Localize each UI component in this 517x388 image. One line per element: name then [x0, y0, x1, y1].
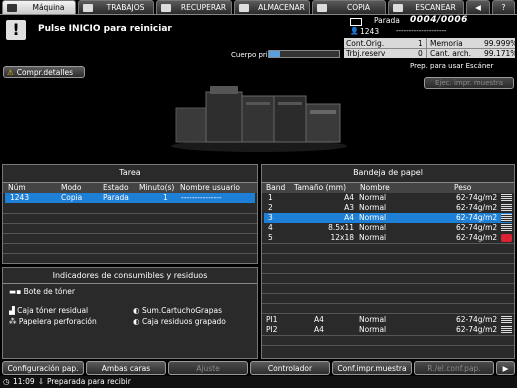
tray-gauge-icon	[501, 224, 512, 232]
footer-time: 11:09	[13, 377, 35, 386]
staple-waste-icon: ◐	[133, 317, 142, 326]
tray-row[interactable]: 3 A4 Normal 62-74g/m2	[264, 213, 512, 223]
indicadores-panel: Indicadores de consumibles y residuos ▬▪…	[2, 267, 258, 359]
tarea-header: Núm Modo Estado Minuto(s) Nombre usuario	[3, 183, 257, 193]
machine-icon	[7, 3, 17, 12]
job-counter: 0004/0006	[410, 15, 468, 25]
toner-bottle-icon: ▬▪	[9, 287, 24, 296]
tray-gauge-icon	[501, 194, 512, 202]
job-status-box: Parada 0004/0006 👤 1243 ----------------…	[344, 15, 515, 37]
help-button[interactable]: ?	[492, 0, 515, 14]
user-icon: 👤	[350, 27, 359, 35]
tray-row[interactable]: 5 12x18 Normal 62-74g/m2	[264, 233, 512, 243]
tab-trabajos[interactable]: TRABAJOS	[78, 0, 154, 14]
tray-gauge-icon	[501, 326, 512, 334]
controlador-button[interactable]: Controlador	[250, 361, 330, 375]
clock-icon: ◷	[3, 377, 10, 386]
bandeja-header: Band Tamaño (mm) Nombre Peso	[262, 183, 514, 193]
staple-cartridge-icon: ◐	[133, 306, 142, 315]
help-icon: ?	[501, 3, 506, 12]
config-pap-button[interactable]: Configuración pap.	[2, 361, 84, 375]
warning-icon: !	[6, 20, 26, 40]
table-row[interactable]: 1243 Copia Parada 1 ---------------	[5, 193, 255, 203]
volume-button[interactable]: ◀	[466, 0, 490, 14]
tray-gauge-icon	[501, 214, 512, 222]
pi-row[interactable]: PI1 A4 Normal 62-74g/m2	[264, 315, 512, 325]
punch-waste-icon: ⁂	[9, 317, 19, 326]
footer-bar: ◷ 11:09 ⇩ Preparada para recibir	[0, 376, 517, 388]
job-number: 1243	[360, 27, 380, 36]
tray-gauge-icon	[501, 316, 512, 324]
tarea-title: Tarea	[119, 168, 141, 177]
tab-maquina[interactable]: Máquina	[2, 0, 76, 14]
job-state: Parada	[374, 16, 400, 25]
indicator-staple-cartridge: ◐ Sum.CartuchoGrapas	[133, 306, 222, 315]
tab-escanear[interactable]: ESCANEAR	[388, 0, 464, 14]
pi-row[interactable]: PI2 A4 Normal 62-74g/m2	[264, 325, 512, 335]
tray-gauge-icon	[501, 204, 512, 212]
rel-conf-pap-button[interactable]: R./el.conf.pap.	[414, 361, 494, 375]
job-dashes: --------------------	[396, 27, 447, 35]
tray-row[interactable]: 1 A4 Normal 62-74g/m2	[264, 193, 512, 203]
conf-impr-muestra-button[interactable]: Conf.impr.muestra	[332, 361, 412, 375]
compr-detalles-button[interactable]: ⚠ Compr.detalles	[3, 66, 85, 78]
bandeja-title: Bandeja de papel	[353, 168, 423, 177]
indicator-toner-bottle: ▬▪ Bote de tóner	[9, 287, 75, 296]
indicadores-title: Indicadores de consumibles y residuos	[52, 271, 208, 280]
recall-icon	[161, 3, 171, 12]
copy-icon	[317, 3, 327, 12]
tray-warning-icon	[501, 234, 512, 242]
tab-recuperar[interactable]: RECUPERAR	[156, 0, 232, 14]
footer-status: Preparada para recibir	[47, 377, 131, 386]
store-icon	[239, 3, 249, 12]
printer-icon	[350, 18, 362, 26]
status-message: Pulse INICIO para reiniciar	[38, 24, 172, 34]
tray-row[interactable]: 4 8.5x11 Normal 62-74g/m2	[264, 223, 512, 233]
bandeja-panel: Bandeja de papel Band Tamaño (mm) Nombre…	[261, 164, 515, 359]
jobs-icon	[83, 3, 93, 12]
receive-icon: ⇩	[38, 377, 45, 386]
ajuste-button[interactable]: Ajuste	[168, 361, 248, 375]
warning-small-icon: ⚠	[7, 67, 14, 77]
ambas-caras-button[interactable]: Ambas caras	[86, 361, 166, 375]
indicator-waste-toner: ▟ Caja tóner residual	[9, 306, 89, 315]
scan-icon	[393, 3, 403, 12]
scanner-status: Prep. para usar Escáner	[410, 62, 494, 70]
ejec-impr-muestra-button[interactable]: Ejec. impr. muestra	[424, 77, 514, 89]
arrow-right-icon: ▶	[502, 363, 509, 373]
indicator-staple-waste: ◐ Caja residuos grapado	[133, 317, 226, 326]
body-progress-bar	[268, 50, 340, 58]
speaker-icon: ◀	[475, 3, 481, 12]
indicator-punch-waste: ⁂ Papelera perforación	[9, 317, 97, 326]
tray-row[interactable]: 2 A3 Normal 62-74g/m2	[264, 203, 512, 213]
machine-illustration	[170, 82, 348, 152]
next-button[interactable]: ▶	[496, 361, 515, 375]
tab-almacenar[interactable]: ALMACENAR	[234, 0, 310, 14]
tab-copia[interactable]: COPIA	[312, 0, 386, 14]
counters-panel: Cont.Orig. 1 Memoria 99.999% Trbj.reserv…	[344, 38, 517, 58]
waste-toner-icon: ▟	[9, 306, 18, 315]
tarea-panel: Tarea Núm Modo Estado Minuto(s) Nombre u…	[2, 164, 258, 264]
